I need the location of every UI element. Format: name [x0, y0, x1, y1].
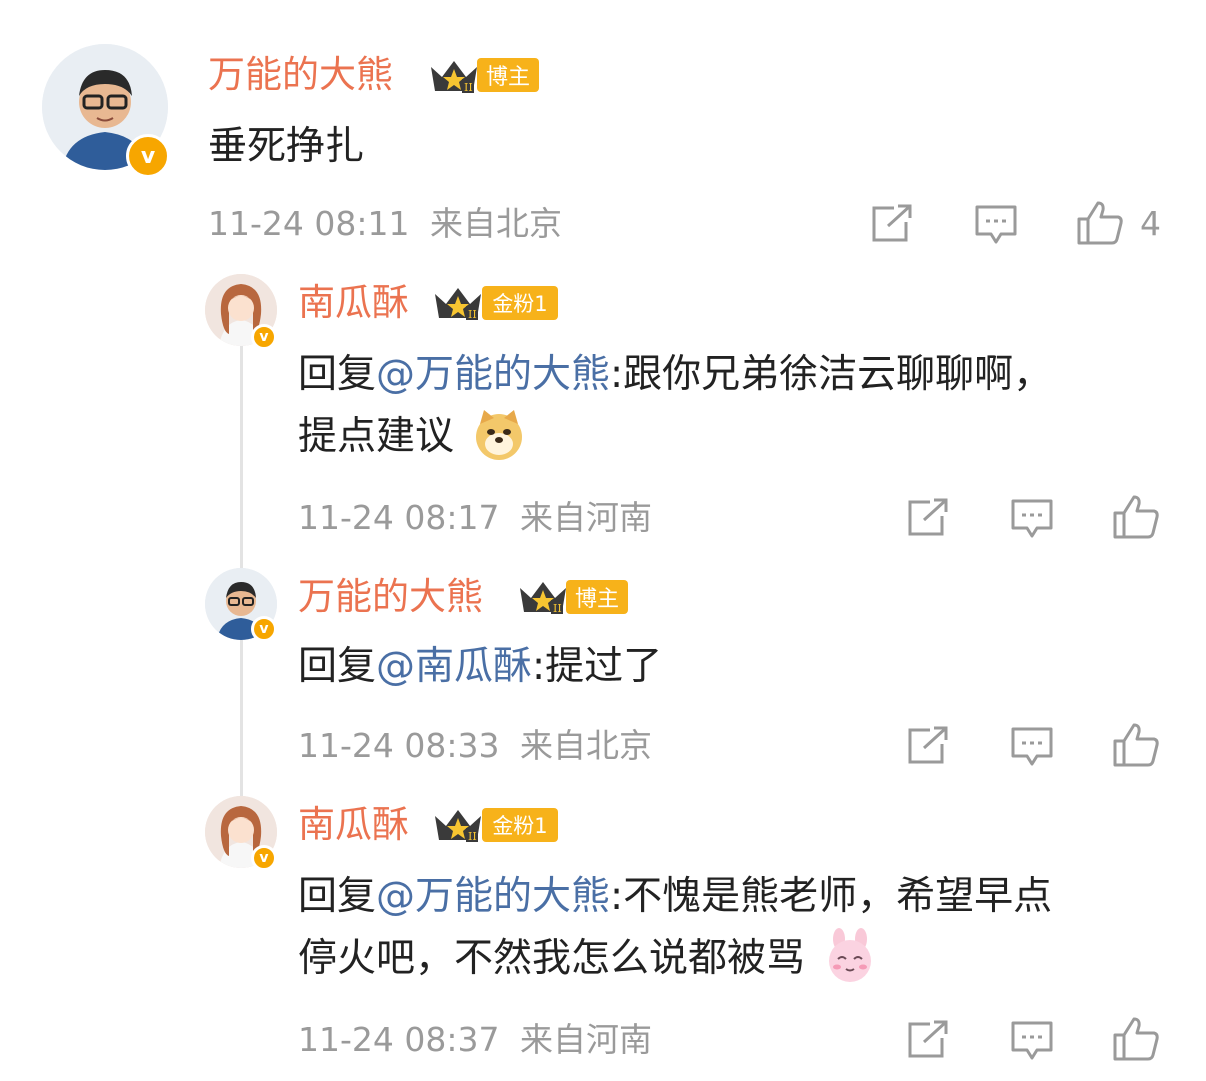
comment-icon[interactable]: [1010, 498, 1054, 540]
like-icon[interactable]: [1112, 1016, 1160, 1062]
reply-prefix: 回复: [298, 874, 377, 919]
comment-time: 11-24 08:11: [208, 204, 410, 243]
like-icon[interactable]: [1112, 494, 1160, 540]
author-badge: 博主: [566, 580, 628, 614]
reply-author[interactable]: 万能的大熊: [298, 574, 483, 620]
reply-time: 11-24 08:33: [298, 726, 500, 765]
verified-icon: v: [251, 845, 277, 871]
reply-prefix: 回复: [298, 644, 377, 689]
reply-author[interactable]: 南瓜酥: [298, 280, 409, 326]
reply-location: 来自河南: [519, 1020, 652, 1059]
reply-location: 来自北京: [519, 726, 652, 765]
fan-badge: 金粉1: [482, 808, 558, 842]
share-icon[interactable]: [906, 1020, 950, 1060]
like-icon[interactable]: [1076, 200, 1124, 246]
like-count: 4: [1140, 204, 1161, 243]
share-icon[interactable]: [906, 726, 950, 766]
like-icon[interactable]: [1112, 722, 1160, 768]
svg-text:II: II: [468, 830, 477, 843]
reply-text: 回复@南瓜酥:提过了: [298, 642, 662, 692]
author-badge: 博主: [477, 58, 539, 92]
mention-link[interactable]: @万能的大熊: [376, 874, 610, 919]
reply-body: :提过了: [532, 644, 663, 689]
reply-text: 回复@万能的大熊:不愧是熊老师，希望早点: [298, 872, 1052, 922]
mention-link[interactable]: @南瓜酥: [376, 644, 532, 689]
crown-icon: II: [520, 582, 566, 615]
crown-icon: II: [435, 288, 481, 321]
crown-icon: II: [431, 61, 477, 94]
reply-text: 回复@万能的大熊:跟你兄弟徐洁云聊聊啊，: [298, 350, 1052, 400]
svg-text:II: II: [553, 602, 562, 615]
reply-body-line2: 提点建议: [298, 414, 455, 459]
reply-prefix: 回复: [298, 352, 377, 397]
comment-icon[interactable]: [1010, 726, 1054, 768]
fan-badge: 金粉1: [482, 286, 558, 320]
reply-body-line2: 停火吧，不然我怎么说都被骂: [298, 936, 806, 981]
crown-icon: II: [435, 810, 481, 843]
reply-time: 11-24 08:17: [298, 498, 500, 537]
svg-text:II: II: [468, 308, 477, 321]
reply-location: 来自河南: [519, 498, 652, 537]
shy-bunny-emoji: [829, 927, 872, 982]
comment-icon[interactable]: [974, 204, 1018, 246]
share-icon[interactable]: [906, 498, 950, 538]
svg-text:II: II: [464, 81, 473, 94]
comment-location: 来自北京: [429, 204, 562, 243]
verified-icon: v: [126, 134, 170, 178]
verified-icon: v: [251, 616, 277, 642]
comment-author[interactable]: 万能的大熊: [208, 52, 393, 98]
reply-author[interactable]: 南瓜酥: [298, 802, 409, 848]
reply-body: :跟你兄弟徐洁云聊聊啊，: [610, 352, 1053, 397]
share-icon[interactable]: [870, 204, 914, 244]
reply-time: 11-24 08:37: [298, 1020, 500, 1059]
mention-link[interactable]: @万能的大熊: [376, 352, 610, 397]
comment-icon[interactable]: [1010, 1020, 1054, 1062]
comment-text: 垂死挣扎: [208, 124, 365, 169]
doge-emoji: [476, 409, 523, 460]
reply-body: :不愧是熊老师，希望早点: [610, 874, 1053, 919]
verified-icon: v: [251, 324, 277, 350]
